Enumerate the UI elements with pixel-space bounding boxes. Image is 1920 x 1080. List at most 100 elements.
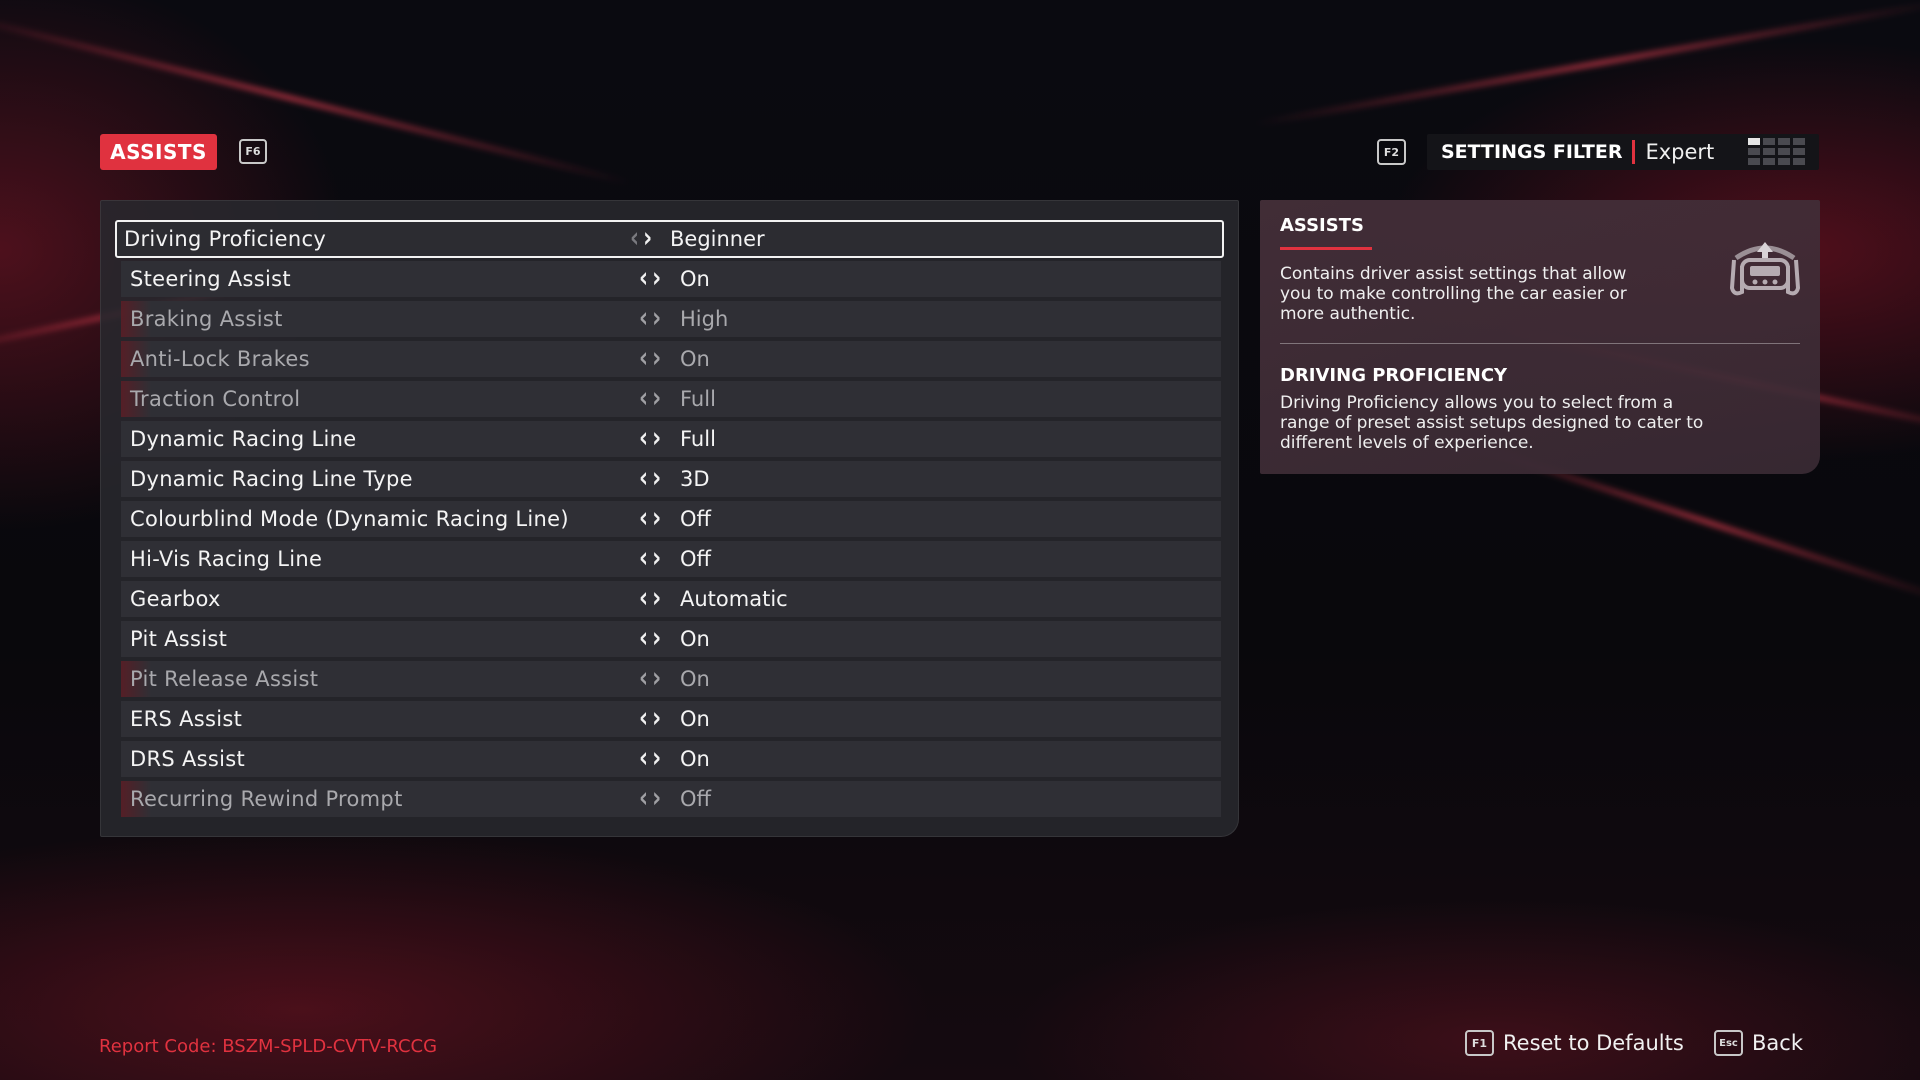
settings-row-value: Full xyxy=(680,387,716,411)
value-selector[interactable]: ‹ › xyxy=(639,741,661,777)
chevron-left-icon[interactable]: ‹ xyxy=(639,344,648,374)
chevron-left-icon[interactable]: ‹ xyxy=(639,464,648,494)
value-selector[interactable]: ‹ › xyxy=(639,261,661,297)
value-selector[interactable]: ‹ › xyxy=(639,701,661,737)
settings-row[interactable]: Colourblind Mode (Dynamic Racing Line) ‹ ›… xyxy=(121,501,1221,537)
chevron-left-icon[interactable]: ‹ xyxy=(639,424,648,454)
chevron-right-icon[interactable]: › xyxy=(652,504,661,534)
settings-row[interactable]: Pit Assist ‹ › On xyxy=(121,621,1221,657)
settings-row[interactable]: Dynamic Racing Line Type ‹ › 3D xyxy=(121,461,1221,497)
light-streak xyxy=(1254,0,1920,127)
chevron-left-icon[interactable]: ‹ xyxy=(639,584,648,614)
settings-row-label: Dynamic Racing Line xyxy=(130,427,357,451)
settings-row-value: Off xyxy=(680,787,711,811)
value-selector[interactable]: ‹ › xyxy=(639,581,661,617)
settings-row-value: High xyxy=(680,307,729,331)
settings-row-label: Pit Release Assist xyxy=(130,667,319,691)
reset-key-hint: F1 xyxy=(1465,1030,1494,1056)
chevron-right-icon[interactable]: › xyxy=(652,424,661,454)
reset-defaults-button[interactable]: F1 Reset to Defaults xyxy=(1465,1030,1684,1056)
settings-row[interactable]: Traction Control ‹ › Full xyxy=(121,381,1221,417)
chevron-left-icon[interactable]: ‹ xyxy=(639,744,648,774)
settings-row-value: On xyxy=(680,667,710,691)
settings-row-value: 3D xyxy=(680,467,710,491)
settings-row-value: On xyxy=(680,267,710,291)
chevron-right-icon[interactable]: › xyxy=(652,264,661,294)
settings-panel: Driving Proficiency ‹ › Beginner Steering As… xyxy=(100,200,1239,837)
info-divider xyxy=(1280,343,1800,344)
chevron-left-icon[interactable]: ‹ xyxy=(639,264,648,294)
value-selector[interactable]: ‹ › xyxy=(639,461,661,497)
steering-wheel-icon xyxy=(1729,242,1801,296)
chevron-right-icon[interactable]: › xyxy=(652,624,661,654)
settings-row-label: Colourblind Mode (Dynamic Racing Line) xyxy=(130,507,569,531)
chevron-left-icon[interactable]: ‹ xyxy=(639,784,648,814)
chevron-right-icon[interactable]: › xyxy=(652,344,661,374)
chevron-right-icon[interactable]: › xyxy=(652,784,661,814)
settings-row[interactable]: Hi-Vis Racing Line ‹ › Off xyxy=(121,541,1221,577)
chevron-right-icon[interactable]: › xyxy=(652,304,661,334)
value-selector[interactable]: ‹ › xyxy=(639,301,661,337)
settings-filter[interactable]: SETTINGS FILTER Expert xyxy=(1427,134,1819,170)
settings-row-label: Steering Assist xyxy=(130,267,291,291)
settings-row-label: Anti-Lock Brakes xyxy=(130,347,310,371)
chevron-right-icon[interactable]: › xyxy=(652,704,661,734)
settings-row[interactable]: Recurring Rewind Prompt ‹ › Off xyxy=(121,781,1221,817)
chevron-right-icon[interactable]: › xyxy=(652,664,661,694)
chevron-right-icon[interactable]: › xyxy=(652,584,661,614)
chevron-right-icon[interactable]: › xyxy=(643,224,652,254)
report-code: Report Code: BSZM-SPLD-CVTV-RCCG xyxy=(99,1036,438,1057)
chevron-left-icon[interactable]: ‹ xyxy=(639,664,648,694)
settings-row-value: Off xyxy=(680,547,711,571)
value-selector[interactable]: ‹ › xyxy=(639,541,661,577)
settings-row[interactable]: Steering Assist ‹ › On xyxy=(121,261,1221,297)
back-button[interactable]: Esc Back xyxy=(1714,1030,1803,1056)
value-selector[interactable]: ‹ › xyxy=(630,222,652,256)
tab-key-hint: F6 xyxy=(239,139,267,164)
value-selector[interactable]: ‹ › xyxy=(639,381,661,417)
settings-row-label: Traction Control xyxy=(130,387,301,411)
value-selector[interactable]: ‹ › xyxy=(639,781,661,817)
back-key-hint: Esc xyxy=(1714,1030,1743,1056)
chevron-left-icon[interactable]: ‹ xyxy=(639,304,648,334)
settings-row-value: Off xyxy=(680,507,711,531)
settings-row-label: DRS Assist xyxy=(130,747,246,771)
settings-row[interactable]: Gearbox ‹ › Automatic xyxy=(121,581,1221,617)
chevron-left-icon[interactable]: ‹ xyxy=(639,384,648,414)
settings-row[interactable]: Anti-Lock Brakes ‹ › On xyxy=(121,341,1221,377)
chevron-right-icon[interactable]: › xyxy=(652,744,661,774)
value-selector[interactable]: ‹ › xyxy=(639,661,661,697)
settings-filter-value: Expert xyxy=(1645,140,1715,164)
settings-row[interactable]: Braking Assist ‹ › High xyxy=(121,301,1221,337)
settings-row[interactable]: ERS Assist ‹ › On xyxy=(121,701,1221,737)
settings-row-label: Hi-Vis Racing Line xyxy=(130,547,323,571)
tab-assists[interactable]: ASSISTS xyxy=(100,134,217,170)
chevron-left-icon[interactable]: ‹ xyxy=(630,224,639,254)
value-selector[interactable]: ‹ › xyxy=(639,341,661,377)
chevron-right-icon[interactable]: › xyxy=(652,544,661,574)
settings-row-value: Automatic xyxy=(680,587,788,611)
filter-key-hint: F2 xyxy=(1377,139,1406,165)
value-selector[interactable]: ‹ › xyxy=(639,421,661,457)
chevron-left-icon[interactable]: ‹ xyxy=(639,624,648,654)
value-selector[interactable]: ‹ › xyxy=(639,501,661,537)
settings-row[interactable]: Driving Proficiency ‹ › Beginner xyxy=(115,220,1224,258)
settings-row[interactable]: Pit Release Assist ‹ › On xyxy=(121,661,1221,697)
info-section-text: Contains driver assist settings that all… xyxy=(1280,264,1627,324)
info-item-title: DRIVING PROFICIENCY xyxy=(1280,365,1508,386)
chevron-left-icon[interactable]: ‹ xyxy=(639,504,648,534)
settings-row-value: On xyxy=(680,707,710,731)
info-accent-line xyxy=(1280,247,1372,250)
chevron-left-icon[interactable]: ‹ xyxy=(639,544,648,574)
chevron-left-icon[interactable]: ‹ xyxy=(639,704,648,734)
settings-row-label: ERS Assist xyxy=(130,707,243,731)
settings-row-label: Dynamic Racing Line Type xyxy=(130,467,413,491)
settings-row-label: Braking Assist xyxy=(130,307,283,331)
chevron-right-icon[interactable]: › xyxy=(652,464,661,494)
settings-row[interactable]: Dynamic Racing Line ‹ › Full xyxy=(121,421,1221,457)
settings-row[interactable]: DRS Assist ‹ › On xyxy=(121,741,1221,777)
reset-defaults-label: Reset to Defaults xyxy=(1503,1031,1684,1055)
settings-row-value: On xyxy=(680,627,710,651)
chevron-right-icon[interactable]: › xyxy=(652,384,661,414)
value-selector[interactable]: ‹ › xyxy=(639,621,661,657)
